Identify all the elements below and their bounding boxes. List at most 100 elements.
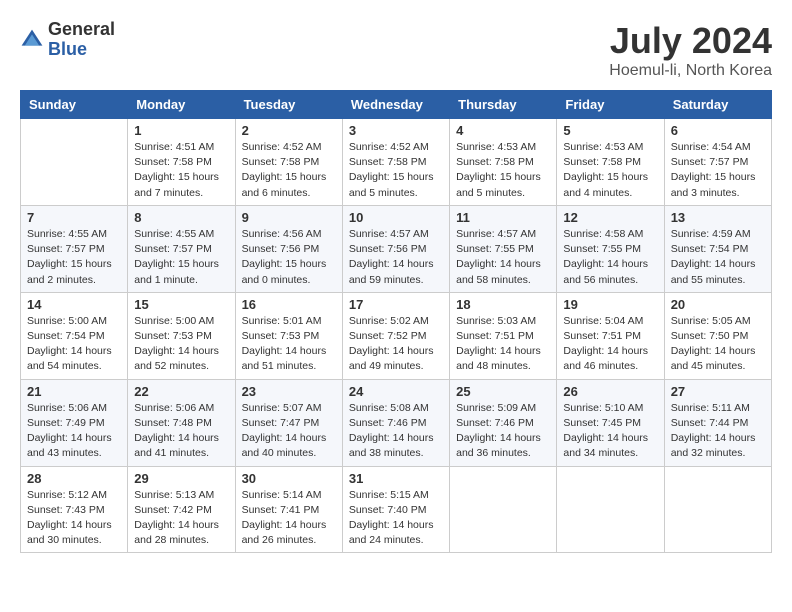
day-info: Sunrise: 5:03 AMSunset: 7:51 PMDaylight:… xyxy=(456,314,550,375)
day-number: 30 xyxy=(242,471,336,486)
day-info: Sunrise: 4:55 AMSunset: 7:57 PMDaylight:… xyxy=(27,227,121,288)
day-number: 28 xyxy=(27,471,121,486)
day-number: 7 xyxy=(27,210,121,225)
day-info: Sunrise: 5:05 AMSunset: 7:50 PMDaylight:… xyxy=(671,314,765,375)
calendar-cell: 29 Sunrise: 5:13 AMSunset: 7:42 PMDayligh… xyxy=(128,466,235,553)
day-info: Sunrise: 5:15 AMSunset: 7:40 PMDaylight:… xyxy=(349,488,443,549)
logo-general-text: General xyxy=(48,20,115,40)
calendar-cell: 14Sunrise: 5:00 AMSunset: 7:54 PMDayligh… xyxy=(21,292,128,379)
calendar-week-row: 28 Sunrise: 5:12 AMSunset: 7:43 PMDayligh… xyxy=(21,466,772,553)
calendar-header-tuesday: Tuesday xyxy=(235,91,342,119)
calendar-cell: 18Sunrise: 5:03 AMSunset: 7:51 PMDayligh… xyxy=(450,292,557,379)
day-info: Sunrise: 4:51 AMSunset: 7:58 PMDaylight:… xyxy=(134,140,228,201)
day-number: 2 xyxy=(242,123,336,138)
calendar-week-row: 1 Sunrise: 4:51 AMSunset: 7:58 PMDaylight… xyxy=(21,119,772,206)
calendar-cell: 31 Sunrise: 5:15 AMSunset: 7:40 PMDayligh… xyxy=(342,466,449,553)
title-block: July 2024 Hoemul-li, North Korea xyxy=(609,20,772,80)
day-info: Sunrise: 4:55 AMSunset: 7:57 PMDaylight:… xyxy=(134,227,228,288)
day-info: Sunrise: 5:08 AMSunset: 7:46 PMDaylight:… xyxy=(349,401,443,462)
calendar-header-monday: Monday xyxy=(128,91,235,119)
calendar-cell: 19Sunrise: 5:04 AMSunset: 7:51 PMDayligh… xyxy=(557,292,664,379)
day-number: 21 xyxy=(27,384,121,399)
day-number: 26 xyxy=(563,384,657,399)
day-number: 25 xyxy=(456,384,550,399)
day-info: Sunrise: 4:59 AMSunset: 7:54 PMDaylight:… xyxy=(671,227,765,288)
day-info: Sunrise: 4:54 AMSunset: 7:57 PMDaylight:… xyxy=(671,140,765,201)
calendar-cell: 8 Sunrise: 4:55 AMSunset: 7:57 PMDaylight… xyxy=(128,205,235,292)
day-info: Sunrise: 5:12 AMSunset: 7:43 PMDaylight:… xyxy=(27,488,121,549)
calendar-cell: 1 Sunrise: 4:51 AMSunset: 7:58 PMDaylight… xyxy=(128,119,235,206)
calendar-cell: 11 Sunrise: 4:57 AMSunset: 7:55 PMDayligh… xyxy=(450,205,557,292)
calendar-header-row: SundayMondayTuesdayWednesdayThursdayFrid… xyxy=(21,91,772,119)
day-number: 29 xyxy=(134,471,228,486)
day-number: 23 xyxy=(242,384,336,399)
day-number: 4 xyxy=(456,123,550,138)
calendar-cell: 9 Sunrise: 4:56 AMSunset: 7:56 PMDaylight… xyxy=(235,205,342,292)
day-number: 19 xyxy=(563,297,657,312)
day-info: Sunrise: 5:14 AMSunset: 7:41 PMDaylight:… xyxy=(242,488,336,549)
month-title: July 2024 xyxy=(609,20,772,62)
calendar-header-friday: Friday xyxy=(557,91,664,119)
calendar-cell: 2 Sunrise: 4:52 AMSunset: 7:58 PMDaylight… xyxy=(235,119,342,206)
day-number: 22 xyxy=(134,384,228,399)
day-info: Sunrise: 5:06 AMSunset: 7:48 PMDaylight:… xyxy=(134,401,228,462)
day-info: Sunrise: 4:52 AMSunset: 7:58 PMDaylight:… xyxy=(349,140,443,201)
day-number: 11 xyxy=(456,210,550,225)
logo-icon xyxy=(20,28,44,52)
calendar-week-row: 14Sunrise: 5:00 AMSunset: 7:54 PMDayligh… xyxy=(21,292,772,379)
day-info: Sunrise: 5:11 AMSunset: 7:44 PMDaylight:… xyxy=(671,401,765,462)
day-info: Sunrise: 4:57 AMSunset: 7:56 PMDaylight:… xyxy=(349,227,443,288)
logo-text: General Blue xyxy=(48,20,115,60)
calendar-table: SundayMondayTuesdayWednesdayThursdayFrid… xyxy=(20,90,772,553)
calendar-cell xyxy=(21,119,128,206)
calendar-cell: 28 Sunrise: 5:12 AMSunset: 7:43 PMDayligh… xyxy=(21,466,128,553)
day-number: 31 xyxy=(349,471,443,486)
calendar-cell: 22 Sunrise: 5:06 AMSunset: 7:48 PMDayligh… xyxy=(128,379,235,466)
day-info: Sunrise: 5:00 AMSunset: 7:53 PMDaylight:… xyxy=(134,314,228,375)
day-number: 1 xyxy=(134,123,228,138)
calendar-cell: 13Sunrise: 4:59 AMSunset: 7:54 PMDayligh… xyxy=(664,205,771,292)
day-number: 10 xyxy=(349,210,443,225)
day-number: 16 xyxy=(242,297,336,312)
calendar-header-wednesday: Wednesday xyxy=(342,91,449,119)
calendar-cell xyxy=(450,466,557,553)
calendar-cell xyxy=(557,466,664,553)
day-info: Sunrise: 5:13 AMSunset: 7:42 PMDaylight:… xyxy=(134,488,228,549)
calendar-cell: 15 Sunrise: 5:00 AMSunset: 7:53 PMDayligh… xyxy=(128,292,235,379)
day-info: Sunrise: 5:09 AMSunset: 7:46 PMDaylight:… xyxy=(456,401,550,462)
logo-blue-text: Blue xyxy=(48,40,115,60)
calendar-cell xyxy=(664,466,771,553)
calendar-cell: 3 Sunrise: 4:52 AMSunset: 7:58 PMDaylight… xyxy=(342,119,449,206)
day-number: 3 xyxy=(349,123,443,138)
calendar-header-thursday: Thursday xyxy=(450,91,557,119)
page-header: General Blue July 2024 Hoemul-li, North … xyxy=(20,20,772,80)
day-number: 17 xyxy=(349,297,443,312)
calendar-cell: 23 Sunrise: 5:07 AMSunset: 7:47 PMDayligh… xyxy=(235,379,342,466)
day-info: Sunrise: 4:53 AMSunset: 7:58 PMDaylight:… xyxy=(456,140,550,201)
day-info: Sunrise: 4:53 AMSunset: 7:58 PMDaylight:… xyxy=(563,140,657,201)
day-number: 15 xyxy=(134,297,228,312)
day-number: 14 xyxy=(27,297,121,312)
day-info: Sunrise: 5:07 AMSunset: 7:47 PMDaylight:… xyxy=(242,401,336,462)
calendar-cell: 26Sunrise: 5:10 AMSunset: 7:45 PMDayligh… xyxy=(557,379,664,466)
day-info: Sunrise: 5:06 AMSunset: 7:49 PMDaylight:… xyxy=(27,401,121,462)
day-info: Sunrise: 4:52 AMSunset: 7:58 PMDaylight:… xyxy=(242,140,336,201)
day-number: 12 xyxy=(563,210,657,225)
calendar-header-sunday: Sunday xyxy=(21,91,128,119)
day-number: 5 xyxy=(563,123,657,138)
day-info: Sunrise: 4:56 AMSunset: 7:56 PMDaylight:… xyxy=(242,227,336,288)
calendar-cell: 30 Sunrise: 5:14 AMSunset: 7:41 PMDayligh… xyxy=(235,466,342,553)
calendar-cell: 12 Sunrise: 4:58 AMSunset: 7:55 PMDayligh… xyxy=(557,205,664,292)
calendar-cell: 6Sunrise: 4:54 AMSunset: 7:57 PMDaylight… xyxy=(664,119,771,206)
calendar-week-row: 21 Sunrise: 5:06 AMSunset: 7:49 PMDayligh… xyxy=(21,379,772,466)
day-info: Sunrise: 4:58 AMSunset: 7:55 PMDaylight:… xyxy=(563,227,657,288)
day-number: 8 xyxy=(134,210,228,225)
calendar-cell: 27Sunrise: 5:11 AMSunset: 7:44 PMDayligh… xyxy=(664,379,771,466)
day-number: 9 xyxy=(242,210,336,225)
calendar-cell: 7 Sunrise: 4:55 AMSunset: 7:57 PMDaylight… xyxy=(21,205,128,292)
day-info: Sunrise: 5:02 AMSunset: 7:52 PMDaylight:… xyxy=(349,314,443,375)
day-number: 24 xyxy=(349,384,443,399)
calendar-cell: 17 Sunrise: 5:02 AMSunset: 7:52 PMDayligh… xyxy=(342,292,449,379)
day-number: 20 xyxy=(671,297,765,312)
day-info: Sunrise: 4:57 AMSunset: 7:55 PMDaylight:… xyxy=(456,227,550,288)
